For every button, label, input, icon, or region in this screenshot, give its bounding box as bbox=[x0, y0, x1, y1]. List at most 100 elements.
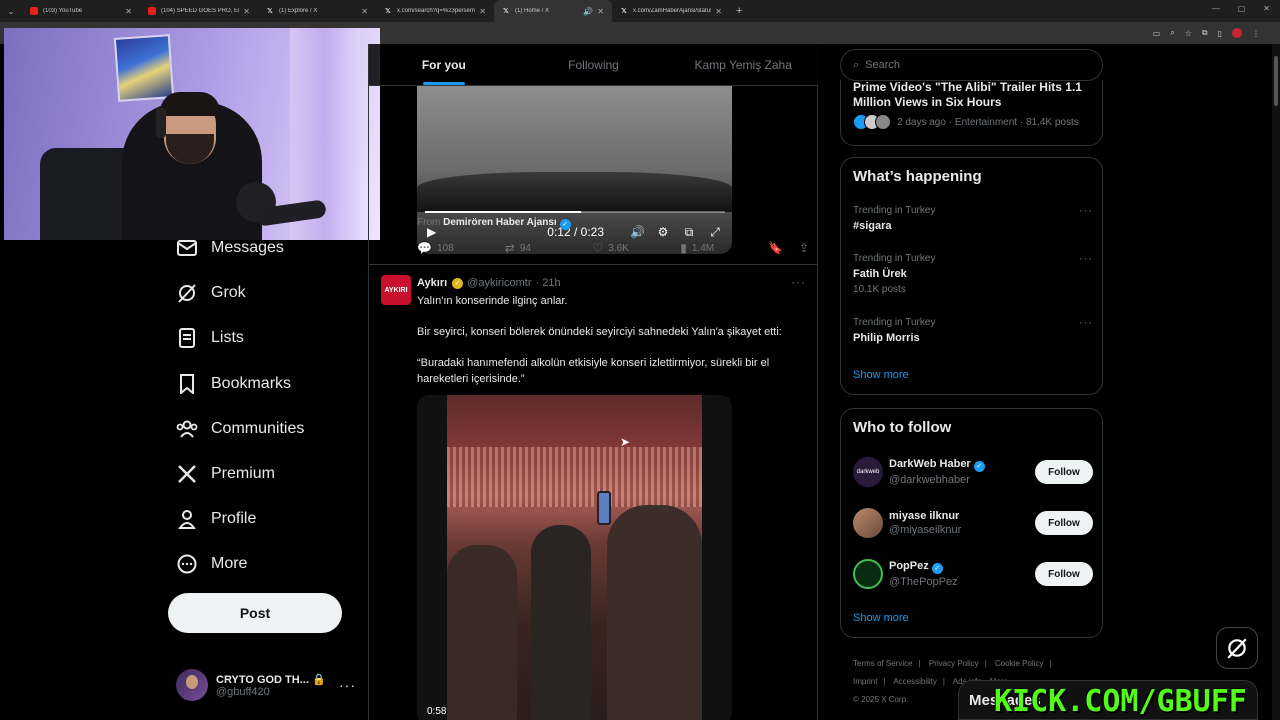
browser-tab[interactable]: 𝕏 (1) Explore / X ✕ bbox=[258, 0, 376, 22]
volume-icon[interactable]: 🔊 bbox=[630, 225, 645, 239]
footer-link[interactable]: Cookie Policy bbox=[995, 659, 1043, 668]
browser-tab[interactable]: (104) SPEED GOES PRO, EPISOI ✕ bbox=[140, 0, 258, 22]
nav-item-grok[interactable]: Grok bbox=[168, 275, 246, 311]
profile-avatar[interactable] bbox=[1232, 28, 1242, 38]
browser-tab[interactable]: (103) YouTube ✕ bbox=[22, 0, 140, 22]
trend-item[interactable]: Trending in Turkey #sigara ··· bbox=[853, 205, 1093, 232]
nav-label: Messages bbox=[211, 239, 284, 256]
avatar[interactable]: AYKIRI bbox=[381, 275, 411, 305]
bookmark-icon[interactable]: 🔖 bbox=[768, 241, 783, 255]
tab-following[interactable]: Following bbox=[519, 44, 669, 85]
search-input[interactable]: ⌕ Search bbox=[840, 49, 1103, 81]
new-tab-button[interactable]: + bbox=[736, 5, 742, 17]
close-icon[interactable]: ✕ bbox=[361, 7, 368, 16]
nav-item-communities[interactable]: Communities bbox=[168, 411, 304, 447]
speaker-icon[interactable]: 🔊 bbox=[583, 7, 593, 16]
reply-button[interactable]: 💬 108 bbox=[417, 241, 505, 255]
trend-item[interactable]: Trending in Turkey Philip Morris ··· bbox=[853, 317, 1093, 344]
page-scrollbar[interactable] bbox=[1272, 44, 1280, 720]
fullscreen-icon[interactable]: ⤢ bbox=[708, 225, 722, 240]
scrollbar-thumb[interactable] bbox=[1274, 56, 1278, 106]
close-icon[interactable]: ✕ bbox=[243, 7, 250, 16]
analytics-icon: ▮ bbox=[680, 241, 687, 255]
repost-button[interactable]: ⇄ 94 bbox=[505, 241, 593, 255]
tab-list[interactable]: Kamp Yemiş Zaha bbox=[668, 44, 818, 85]
share-icon[interactable]: ⇪ bbox=[799, 241, 809, 255]
sidebar-toggle-icon[interactable]: ▯ bbox=[1218, 29, 1222, 38]
extensions-icon[interactable]: ⧉ bbox=[1202, 28, 1208, 38]
like-button[interactable]: ♡ 3.6K bbox=[593, 241, 681, 255]
show-more-link[interactable]: Show more bbox=[853, 612, 909, 624]
tweet-actions: 💬 108 ⇄ 94 ♡ 3.6K ▮ 1.4M 🔖 ⇪ bbox=[417, 240, 809, 256]
trend-context: Trending in Turkey bbox=[853, 253, 936, 264]
section-heading: What’s happening bbox=[853, 168, 982, 185]
more-dots-icon[interactable]: ··· bbox=[339, 677, 356, 693]
follow-button[interactable]: Follow bbox=[1035, 511, 1093, 535]
divider: | bbox=[1049, 659, 1052, 668]
cast-icon[interactable]: ▭ bbox=[1153, 29, 1161, 38]
source-name-link[interactable]: Demirören Haber Ajansı bbox=[443, 217, 557, 228]
more-dots-icon[interactable]: ··· bbox=[791, 275, 806, 289]
account-switcher[interactable]: CRYTO GOD TH... 🔒 @gbuff420 ··· bbox=[176, 664, 356, 706]
author-handle[interactable]: @aykiricomtr bbox=[467, 277, 531, 289]
more-dots-icon[interactable]: ··· bbox=[1079, 205, 1093, 217]
nav-label: Profile bbox=[211, 510, 257, 527]
browser-tab-bar: ⌄ (103) YouTube ✕ (104) SPEED GOES PRO, … bbox=[0, 0, 1280, 22]
close-icon[interactable]: ✕ bbox=[715, 7, 722, 16]
tab-search-icon[interactable]: ⌄ bbox=[0, 0, 22, 22]
more-dots-icon[interactable]: ··· bbox=[1079, 317, 1093, 329]
picture-in-picture-icon[interactable]: ⧉ bbox=[682, 225, 696, 240]
browser-tab-active[interactable]: 𝕏 (1) Home / X 🔊 ✕ bbox=[494, 0, 612, 22]
nav-item-bookmarks[interactable]: Bookmarks bbox=[168, 366, 291, 402]
nav-item-messages[interactable]: Messages bbox=[168, 230, 284, 266]
grok-icon bbox=[1227, 638, 1247, 659]
trend-count: 10.1K posts bbox=[853, 284, 906, 295]
more-dots-icon[interactable]: ··· bbox=[1079, 253, 1093, 265]
trend-item[interactable]: Trending in Turkey Fatih Ürek 10.1K post… bbox=[853, 253, 1093, 295]
footer-link[interactable]: Accessibility bbox=[893, 677, 937, 686]
close-icon[interactable]: ✕ bbox=[125, 7, 132, 16]
nav-item-lists[interactable]: Lists bbox=[168, 320, 244, 356]
tweet-text: Yalın'ın konserinde ilginç anlar. bbox=[417, 295, 568, 307]
post-button[interactable]: Post bbox=[168, 593, 342, 633]
follow-button[interactable]: Follow bbox=[1035, 562, 1093, 586]
footer-link[interactable]: Terms of Service bbox=[853, 659, 913, 668]
nav-item-premium[interactable]: Premium bbox=[168, 456, 275, 492]
tweet-text: “Buradaki hanımefendi alkolün etkisiyle … bbox=[417, 357, 770, 385]
maximize-icon[interactable]: ▢ bbox=[1238, 4, 1246, 13]
browser-tab[interactable]: 𝕏 x.com/ZamHaberAjansi/status/ ✕ bbox=[612, 0, 730, 22]
nav-item-profile[interactable]: Profile bbox=[168, 501, 256, 537]
video-player[interactable]: 0:58 bbox=[417, 395, 732, 720]
menu-kebab-icon[interactable]: ⋮ bbox=[1252, 29, 1260, 38]
who-to-follow-card: Who to follow darkweb DarkWeb Haber ✓ @da… bbox=[840, 408, 1103, 638]
tab-title: (103) YouTube bbox=[43, 8, 83, 14]
views-button[interactable]: ▮ 1.4M bbox=[680, 241, 768, 255]
follow-button[interactable]: Follow bbox=[1035, 460, 1093, 484]
suggestion-names: PopPez ✓ @ThePopPez bbox=[889, 560, 1035, 588]
nav-item-more[interactable]: More bbox=[168, 546, 247, 582]
nav-label: Communities bbox=[211, 420, 305, 437]
tweet-header: Aykırı ✓ @aykiricomtr · 21h bbox=[417, 277, 561, 289]
settings-gear-icon[interactable]: ⚙ bbox=[656, 225, 670, 239]
footer-link[interactable]: Privacy Policy bbox=[929, 659, 979, 668]
close-icon[interactable]: ✕ bbox=[479, 7, 486, 16]
tweet-text: Bir seyirci, konseri bölerek önündeki se… bbox=[417, 326, 782, 338]
author-name[interactable]: Aykırı bbox=[417, 277, 447, 289]
webcam-streamer-hair bbox=[160, 92, 220, 116]
tab-for-you[interactable]: For you bbox=[369, 44, 519, 85]
close-window-icon[interactable]: ✕ bbox=[1263, 4, 1270, 13]
close-icon[interactable]: ✕ bbox=[597, 7, 604, 16]
tweet-time[interactable]: · 21h bbox=[536, 277, 561, 289]
minimize-icon[interactable]: — bbox=[1212, 4, 1220, 13]
news-card[interactable]: Prime Video's "The Alibi" Trailer Hits 1… bbox=[840, 80, 1103, 146]
follow-suggestion[interactable]: PopPez ✓ @ThePopPez Follow bbox=[853, 554, 1093, 594]
grok-floating-button[interactable] bbox=[1216, 627, 1258, 669]
follow-suggestion[interactable]: darkweb DarkWeb Haber ✓ @darkwebhaber Fol… bbox=[853, 452, 1093, 492]
follow-suggestion[interactable]: miyase ilknur @miyaseilknur Follow bbox=[853, 503, 1093, 543]
show-more-link[interactable]: Show more bbox=[853, 369, 909, 381]
zoom-icon[interactable]: ⌕ bbox=[1170, 28, 1174, 38]
tab-title: (1) Home / X bbox=[515, 8, 550, 14]
footer-link[interactable]: Imprint bbox=[853, 677, 877, 686]
star-icon[interactable]: ☆ bbox=[1185, 29, 1192, 38]
browser-tab[interactable]: 𝕏 x.com/search?q=%23persemb ✕ bbox=[376, 0, 494, 22]
